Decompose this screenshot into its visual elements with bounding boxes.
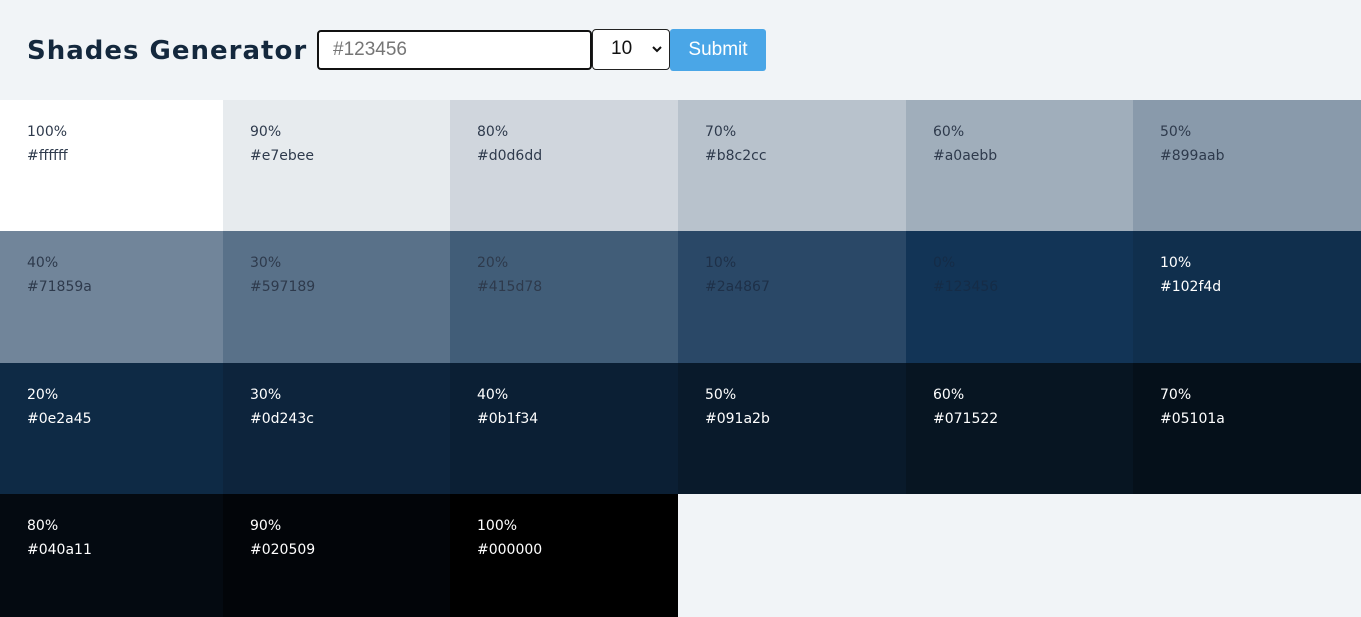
shade-tile[interactable]: 60% #071522 [906, 363, 1133, 494]
shade-tile[interactable]: 40% #0b1f34 [450, 363, 678, 494]
shade-percent: 20% [477, 255, 509, 271]
header: Shades Generator 10 Submit [0, 0, 1361, 100]
shade-percent: 100% [477, 518, 518, 534]
chevron-down-icon [652, 46, 662, 53]
shades-grid: 100% #ffffff 90% #e7ebee 80% #d0d6dd 70% #b8c2c… [0, 100, 1361, 617]
shade-hex: #0d243c [250, 411, 314, 427]
shade-percent: 30% [250, 387, 282, 403]
shade-tile[interactable]: 80% #d0d6dd [450, 100, 678, 231]
shade-tile[interactable]: 90% #020509 [223, 494, 450, 617]
shade-tile[interactable]: 10% #102f4d [1133, 231, 1361, 363]
shade-percent: 50% [1160, 124, 1192, 140]
shade-hex: #415d78 [477, 279, 543, 295]
shade-tile[interactable]: 30% #597189 [223, 231, 450, 363]
shade-percent: 10% [1160, 255, 1192, 271]
shade-percent: 80% [27, 518, 59, 534]
shade-hex: #a0aebb [933, 148, 998, 164]
shade-percent: 80% [477, 124, 509, 140]
shade-percent: 90% [250, 124, 282, 140]
shade-percent: 40% [477, 387, 509, 403]
shade-hex: #0b1f34 [477, 411, 539, 427]
shade-hex: #071522 [933, 411, 999, 427]
shade-percent: 100% [27, 124, 68, 140]
shade-hex: #b8c2cc [705, 148, 767, 164]
shade-hex: #091a2b [705, 411, 770, 427]
shade-hex: #71859a [27, 279, 92, 295]
shade-tile[interactable]: 60% #a0aebb [906, 100, 1133, 231]
shade-hex: #e7ebee [250, 148, 314, 164]
shade-percent: 50% [705, 387, 737, 403]
shade-tile[interactable]: 0% #123456 [906, 231, 1133, 363]
shade-hex: #020509 [250, 542, 316, 558]
shade-tile[interactable]: 90% #e7ebee [223, 100, 450, 231]
shade-percent: 60% [933, 387, 965, 403]
shade-tile[interactable]: 80% #040a11 [0, 494, 223, 617]
shade-tile[interactable]: 100% #000000 [450, 494, 678, 617]
shade-hex: #05101a [1160, 411, 1225, 427]
color-input[interactable] [317, 30, 592, 70]
shade-tile[interactable]: 100% #ffffff [0, 100, 223, 231]
shade-hex: #597189 [250, 279, 316, 295]
shade-percent: 90% [250, 518, 282, 534]
shade-tile[interactable]: 20% #415d78 [450, 231, 678, 363]
shade-percent: 10% [705, 255, 737, 271]
shade-tile[interactable]: 70% #b8c2cc [678, 100, 906, 231]
shade-hex: #2a4867 [705, 279, 770, 295]
shade-hex: #123456 [933, 279, 999, 295]
shade-hex: #102f4d [1160, 279, 1222, 295]
shade-tile[interactable]: 70% #05101a [1133, 363, 1361, 494]
shade-tile[interactable]: 40% #71859a [0, 231, 223, 363]
shade-count-select[interactable]: 10 [592, 29, 670, 70]
shade-hex: #0e2a45 [27, 411, 92, 427]
shade-tile[interactable]: 10% #2a4867 [678, 231, 906, 363]
shade-tile[interactable]: 50% #899aab [1133, 100, 1361, 231]
shade-hex: #000000 [477, 542, 543, 558]
shade-hex: #040a11 [27, 542, 92, 558]
shade-percent: 60% [933, 124, 965, 140]
shade-percent: 70% [705, 124, 737, 140]
shade-percent: 30% [250, 255, 282, 271]
page-title: Shades Generator [27, 36, 308, 66]
shade-tile[interactable]: 50% #091a2b [678, 363, 906, 494]
shade-hex: #899aab [1160, 148, 1225, 164]
shade-hex: #d0d6dd [477, 148, 543, 164]
shade-percent: 20% [27, 387, 59, 403]
shade-percent: 70% [1160, 387, 1192, 403]
shade-tile[interactable]: 20% #0e2a45 [0, 363, 223, 494]
submit-button[interactable]: Submit [670, 29, 766, 71]
shade-tile[interactable]: 30% #0d243c [223, 363, 450, 494]
shade-hex: #ffffff [27, 148, 68, 164]
shade-count-value: 10 [611, 38, 633, 59]
shade-percent: 0% [933, 255, 956, 271]
shade-percent: 40% [27, 255, 59, 271]
